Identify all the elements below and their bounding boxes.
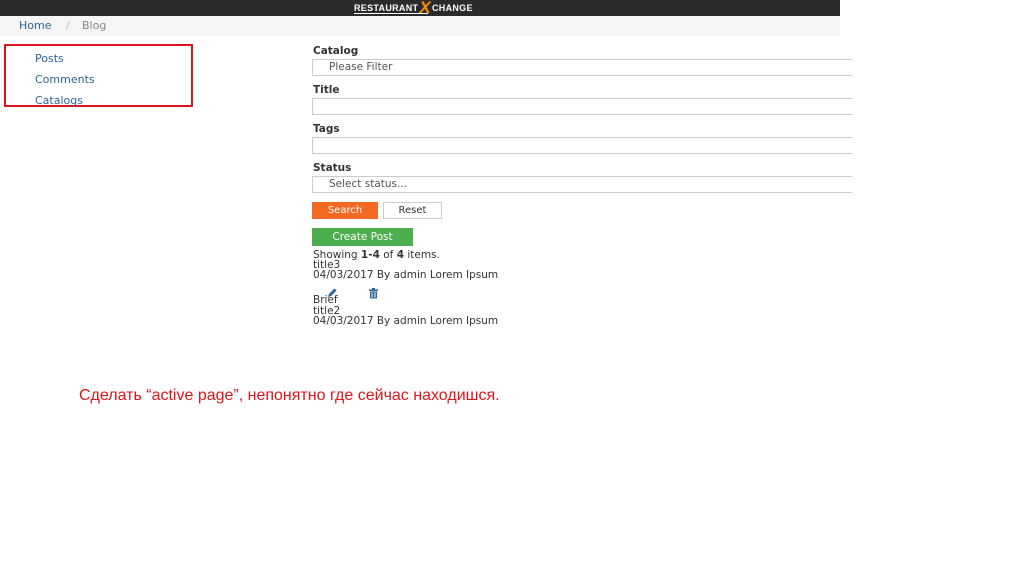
summary-suffix: items.: [404, 249, 440, 261]
tags-label: Tags: [313, 123, 340, 135]
logo-right-text: CHANGE: [431, 3, 473, 13]
status-select[interactable]: Select status...: [312, 176, 852, 193]
breadcrumb-separator: /: [66, 19, 70, 32]
search-button[interactable]: Search: [312, 202, 378, 219]
breadcrumb-home-link[interactable]: Home: [19, 19, 51, 32]
top-header-bar: RESTAURANT X CHANGE: [0, 0, 840, 16]
breadcrumb: Home / Blog: [0, 16, 840, 36]
status-label: Status: [313, 162, 352, 174]
trash-icon[interactable]: [368, 284, 379, 303]
title-label: Title: [313, 84, 340, 96]
create-post-button[interactable]: Create Post: [312, 228, 413, 246]
breadcrumb-current: Blog: [82, 19, 107, 32]
logo-underline: [354, 13, 428, 14]
reset-button[interactable]: Reset: [383, 202, 442, 219]
catalog-select[interactable]: Please Filter: [312, 59, 852, 76]
sidebar-item-catalogs[interactable]: Catalogs: [35, 94, 83, 107]
sidebar-nav-highlight-box: Posts Comments Catalogs: [4, 44, 193, 107]
sidebar-item-posts[interactable]: Posts: [35, 52, 64, 65]
tags-input[interactable]: [312, 137, 852, 154]
summary-total: 4: [396, 249, 404, 261]
title-input[interactable]: [312, 98, 852, 115]
annotation-note: Сделать “active page”, непонятно где сей…: [79, 387, 500, 404]
post-meta-0: 04/03/2017 By admin Lorem Ipsum: [313, 269, 499, 281]
summary-middle: of: [379, 249, 397, 261]
sidebar-item-comments[interactable]: Comments: [35, 73, 95, 86]
summary-range: 1-4: [360, 249, 380, 261]
catalog-label: Catalog: [313, 45, 359, 57]
restaurant-xchange-logo[interactable]: RESTAURANT X CHANGE: [354, 0, 473, 16]
post-meta-1: 04/03/2017 By admin Lorem Ipsum: [313, 315, 499, 327]
logo-left-text: RESTAURANT: [354, 3, 419, 13]
